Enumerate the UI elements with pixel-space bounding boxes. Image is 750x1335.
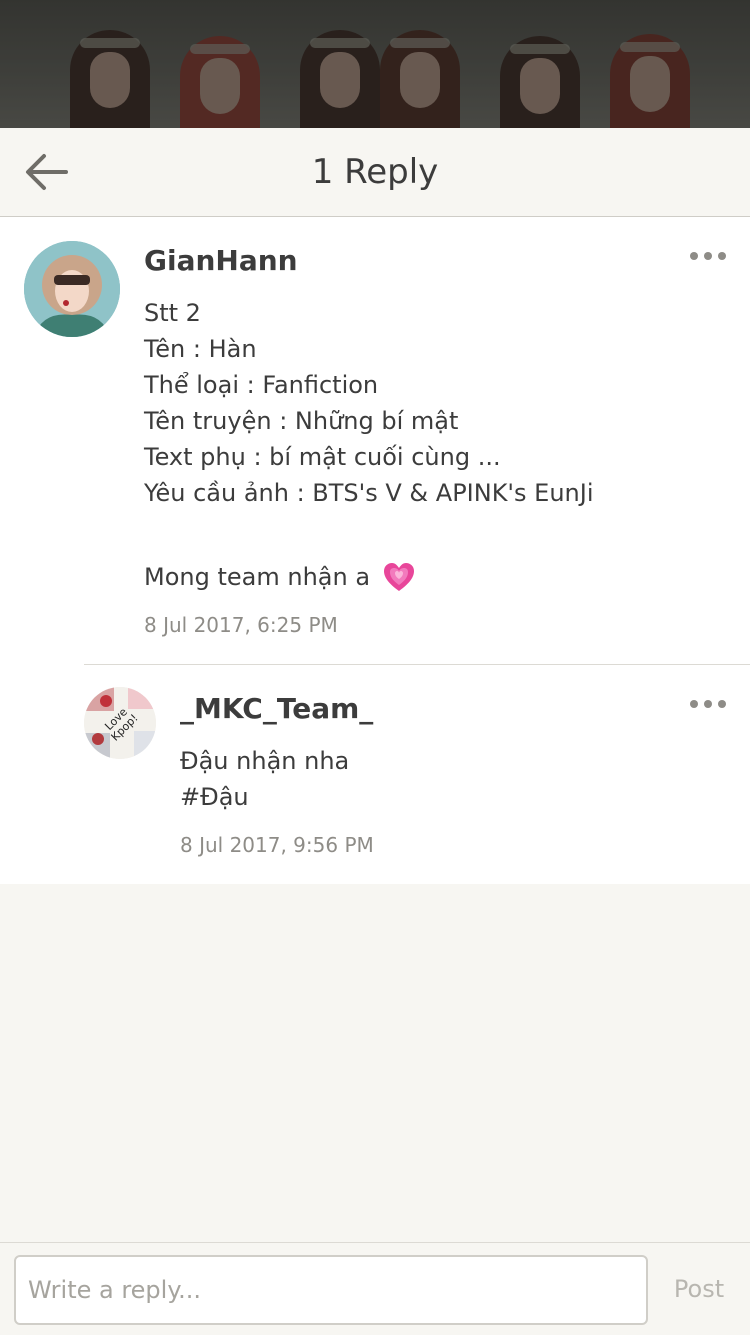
dot-icon — [718, 252, 726, 260]
post-line: Tên : Hàn — [144, 335, 257, 363]
reply-author-avatar[interactable]: Love Kpop! — [84, 687, 156, 759]
dot-icon — [690, 700, 698, 708]
post-timestamp: 8 Jul 2017, 6:25 PM — [144, 613, 338, 637]
post-button[interactable]: Post — [664, 1271, 734, 1307]
post-line: Tên truyện : Những bí mật — [144, 407, 459, 435]
dot-icon — [704, 252, 712, 260]
post-closing-text: Mong team nhận a — [144, 563, 371, 591]
reply-divider — [84, 664, 750, 665]
post-line: Text phụ : bí mật cuối cùng ... — [144, 443, 501, 471]
reply-line: Đậu nhận nha — [180, 747, 350, 775]
post-body: Stt 2 Tên : Hàn Thể loại : Fanfiction Tê… — [144, 295, 594, 595]
reply-input[interactable] — [14, 1255, 648, 1325]
post-closing: Mong team nhận a — [144, 559, 594, 595]
dot-icon — [704, 700, 712, 708]
author-avatar[interactable] — [24, 241, 120, 337]
reply-timestamp: 8 Jul 2017, 9:56 PM — [180, 833, 374, 857]
growing-heart-icon — [383, 563, 414, 591]
avatar-image: Love Kpop! — [84, 687, 156, 759]
more-options-button[interactable] — [690, 245, 734, 265]
reply-line: #Đậu — [180, 783, 249, 811]
reply-composer: Post — [0, 1242, 750, 1335]
post-line: Yêu cầu ảnh : BTS's V & APINK's EunJi — [144, 479, 594, 507]
post-line: Stt 2 — [144, 299, 201, 327]
reply-author-name[interactable]: _MKC_Team_ — [180, 691, 373, 727]
reply-more-options-button[interactable] — [690, 693, 734, 713]
comment-thread: GianHann Stt 2 Tên : Hàn Thể loại : Fanf… — [0, 217, 750, 884]
group-photo-banner — [0, 0, 750, 128]
avatar-image — [24, 241, 120, 337]
author-name[interactable]: GianHann — [144, 243, 298, 279]
post-line: Thể loại : Fanfiction — [144, 371, 379, 399]
reply-body: Đậu nhận nha #Đậu — [180, 743, 349, 815]
dot-icon — [690, 252, 698, 260]
page-title: 1 Reply — [311, 152, 439, 192]
dot-icon — [718, 700, 726, 708]
top-bar: 1 Reply — [0, 128, 750, 217]
